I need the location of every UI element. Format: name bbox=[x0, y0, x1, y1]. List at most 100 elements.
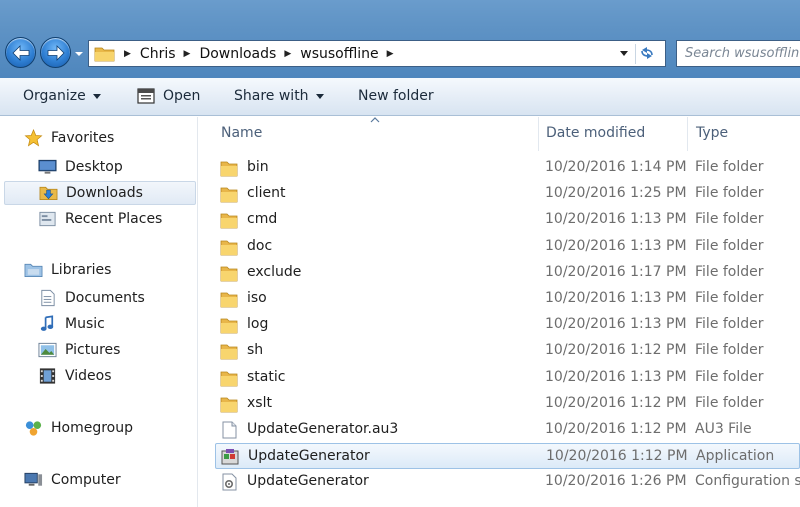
breadcrumb-wsusoffline[interactable]: wsusoffline bbox=[300, 46, 378, 62]
nav-downloads[interactable]: Downloads bbox=[4, 181, 196, 205]
file-name: static bbox=[247, 368, 286, 385]
file-date-modified: 10/20/2016 1:26 PM bbox=[545, 473, 687, 490]
file-row[interactable]: cmd 10/20/2016 1:13 PM File folder bbox=[215, 207, 800, 233]
folder-icon bbox=[220, 344, 238, 360]
organize-button[interactable]: Organize bbox=[23, 88, 101, 104]
file-row[interactable]: static 10/20/2016 1:13 PM File folder bbox=[215, 365, 800, 391]
file-name: log bbox=[247, 316, 269, 333]
nav-pictures[interactable]: Pictures bbox=[38, 338, 120, 362]
file-type: File folder bbox=[695, 290, 764, 306]
nav-music[interactable]: Music bbox=[38, 312, 105, 336]
column-divider[interactable] bbox=[538, 117, 539, 151]
file-type: File folder bbox=[695, 316, 764, 333]
file-date-modified: 10/20/2016 1:13 PM bbox=[545, 211, 687, 228]
column-header-type[interactable]: Type bbox=[696, 117, 728, 151]
file-name: sh bbox=[247, 342, 264, 359]
file-row[interactable]: bin 10/20/2016 1:14 PM File folder bbox=[215, 155, 800, 181]
file-row[interactable]: UpdateGenerator 10/20/2016 1:26 PM Configu… bbox=[215, 469, 800, 495]
file-row[interactable]: log 10/20/2016 1:13 PM File folder bbox=[215, 312, 800, 338]
file-date-modified: 10/20/2016 1:12 PM bbox=[545, 394, 687, 411]
chevron-down-icon[interactable] bbox=[619, 50, 629, 58]
share-with-label: Share with bbox=[234, 88, 309, 104]
file-type: File folder bbox=[695, 368, 764, 385]
nav-homegroup-label: Homegroup bbox=[51, 420, 134, 436]
file-row[interactable]: exclude 10/20/2016 1:17 PM File folder bbox=[215, 260, 800, 286]
file-row[interactable]: iso 10/20/2016 1:13 PM File folder bbox=[215, 286, 800, 312]
search-input[interactable]: Search wsusofflin bbox=[676, 40, 800, 67]
back-button[interactable] bbox=[5, 37, 36, 68]
config-file-icon bbox=[222, 473, 237, 491]
file-name: bin bbox=[247, 159, 269, 175]
column-divider[interactable] bbox=[687, 117, 688, 151]
column-header-name[interactable]: Name bbox=[221, 117, 262, 151]
file-date-modified: 10/20/2016 1:13 PM bbox=[545, 316, 687, 333]
file-row[interactable]: sh 10/20/2016 1:12 PM File folder bbox=[215, 338, 800, 364]
nav-computer-label: Computer bbox=[51, 472, 121, 488]
navigation-pane: Favorites Desktop Downloads Recent Place… bbox=[0, 117, 198, 507]
folder-icon bbox=[220, 240, 238, 255]
folder-icon bbox=[220, 161, 238, 177]
downloads-folder-icon bbox=[39, 186, 58, 201]
nav-favorites[interactable]: Favorites bbox=[24, 129, 114, 147]
address-bar[interactable]: ▶ Chris ▶ Downloads ▶ wsusoffline ▶ bbox=[88, 40, 666, 67]
nav-favorites-label: Favorites bbox=[51, 130, 115, 146]
share-with-button[interactable]: Share with bbox=[234, 88, 324, 104]
file-type: File folder bbox=[695, 263, 764, 280]
arrow-left-icon bbox=[12, 45, 30, 61]
nav-desktop-label: Desktop bbox=[65, 159, 123, 175]
file-type: File folder bbox=[695, 185, 764, 202]
file-name: client bbox=[247, 185, 286, 202]
folder-icon bbox=[220, 318, 238, 334]
nav-videos-label: Videos bbox=[65, 368, 112, 384]
breadcrumb-separator[interactable]: ▶ bbox=[284, 49, 291, 59]
address-bar-region: ▶ Chris ▶ Downloads ▶ wsusoffline ▶ Sear… bbox=[0, 0, 800, 78]
breadcrumb-chris[interactable]: Chris bbox=[140, 46, 176, 62]
nav-computer[interactable]: Computer bbox=[24, 471, 121, 489]
sort-ascending-icon bbox=[370, 117, 380, 123]
file-date-modified: 10/20/2016 1:12 PM bbox=[546, 448, 688, 465]
file-date-modified: 10/20/2016 1:13 PM bbox=[545, 368, 687, 385]
nav-documents-label: Documents bbox=[65, 290, 145, 306]
file-name: cmd bbox=[247, 211, 278, 228]
file-type: File folder bbox=[695, 342, 764, 359]
file-row[interactable]: client 10/20/2016 1:25 PM File folder bbox=[215, 181, 800, 207]
pictures-icon bbox=[38, 342, 57, 358]
application-icon bbox=[221, 449, 239, 465]
organize-label: Organize bbox=[23, 88, 86, 104]
nav-libraries[interactable]: Libraries bbox=[24, 261, 111, 279]
refresh-icon bbox=[641, 47, 653, 59]
folder-icon bbox=[220, 213, 238, 229]
file-date-modified: 10/20/2016 1:25 PM bbox=[545, 185, 687, 202]
music-note-icon bbox=[40, 315, 54, 331]
file-row[interactable]: UpdateGenerator 10/20/2016 1:12 PM Applica… bbox=[215, 443, 800, 470]
file-list: Name Date modified Type bin 10/20/2016 1:… bbox=[199, 117, 800, 507]
recent-pages-dropdown-icon[interactable] bbox=[74, 50, 84, 58]
nav-desktop[interactable]: Desktop bbox=[38, 155, 123, 179]
new-folder-button[interactable]: New folder bbox=[358, 88, 434, 104]
open-button[interactable]: Open bbox=[137, 88, 200, 104]
breadcrumb-downloads[interactable]: Downloads bbox=[199, 46, 276, 62]
nav-videos[interactable]: Videos bbox=[38, 364, 112, 388]
file-row[interactable]: xslt 10/20/2016 1:12 PM File folder bbox=[215, 391, 800, 417]
file-name: exclude bbox=[247, 263, 302, 280]
column-header-date-modified[interactable]: Date modified bbox=[546, 117, 645, 151]
file-row[interactable]: doc 10/20/2016 1:13 PM File folder bbox=[215, 234, 800, 260]
new-folder-label: New folder bbox=[358, 88, 434, 104]
file-name: doc bbox=[247, 237, 273, 254]
nav-homegroup[interactable]: Homegroup bbox=[24, 419, 133, 437]
nav-recent-places[interactable]: Recent Places bbox=[38, 207, 162, 231]
breadcrumb-separator[interactable]: ▶ bbox=[184, 49, 191, 59]
breadcrumb-separator[interactable]: ▶ bbox=[387, 49, 394, 59]
folder-icon bbox=[220, 397, 238, 413]
caret-down-icon bbox=[315, 93, 324, 99]
arrow-right-icon bbox=[47, 45, 65, 61]
forward-button[interactable] bbox=[40, 37, 71, 68]
nav-recent-places-label: Recent Places bbox=[65, 211, 163, 227]
file-row[interactable]: UpdateGenerator.au3 10/20/2016 1:12 PM AU3… bbox=[215, 417, 800, 443]
file-date-modified: 10/20/2016 1:17 PM bbox=[545, 263, 687, 280]
breadcrumb-separator[interactable]: ▶ bbox=[124, 49, 131, 59]
refresh-button[interactable] bbox=[635, 44, 659, 64]
file-name: UpdateGenerator bbox=[247, 473, 369, 490]
nav-documents[interactable]: Documents bbox=[38, 286, 145, 310]
file-name: iso bbox=[247, 290, 267, 306]
